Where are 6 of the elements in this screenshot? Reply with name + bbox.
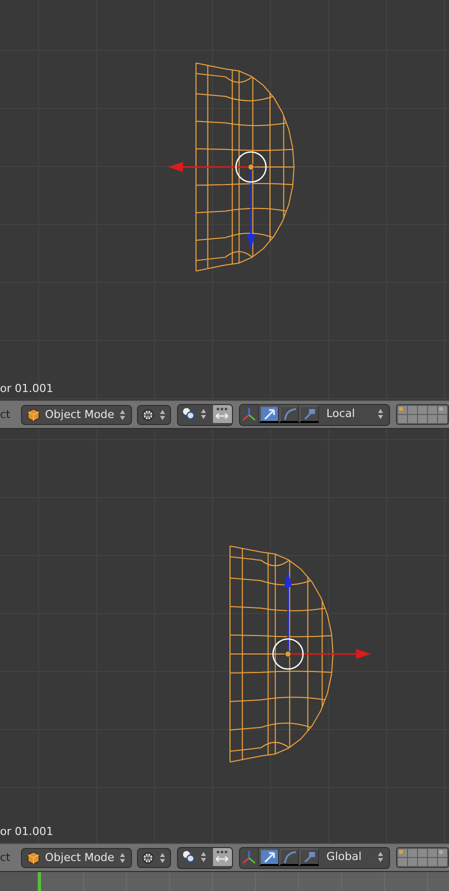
mode-dropdown[interactable]: Object Mode <box>21 848 132 868</box>
mode-dropdown[interactable]: Object Mode <box>21 404 132 424</box>
object-label: or 01.001 <box>0 382 54 395</box>
object-label: or 01.001 <box>0 825 54 838</box>
header-label: ct <box>0 851 12 864</box>
header-label: ct <box>0 408 12 421</box>
